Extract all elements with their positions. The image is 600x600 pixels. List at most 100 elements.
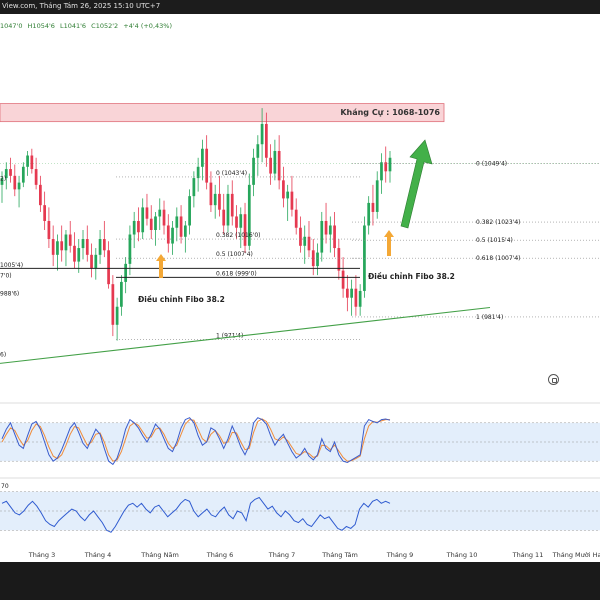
candle-body <box>13 175 17 190</box>
candle-body <box>171 227 174 244</box>
candle-body <box>64 234 68 251</box>
candle-body <box>137 220 140 233</box>
fib-right-label: 1 (981'4) <box>476 314 503 321</box>
candle-body <box>34 169 38 185</box>
left-price-label: 1005'4) <box>0 262 23 269</box>
fib-right-label: 0.618 (1007'4) <box>476 255 521 262</box>
candle-body <box>337 248 341 271</box>
candle-body <box>303 236 307 246</box>
candle-body <box>222 209 226 226</box>
candle-body <box>192 178 196 197</box>
candle-body <box>179 216 183 237</box>
left-price-label: 988'6) <box>0 290 19 297</box>
x-axis-label: Tháng 11 <box>512 551 544 559</box>
trendline <box>0 306 491 364</box>
x-axis-label: Tháng Tám <box>321 551 358 559</box>
candle-body <box>286 191 290 199</box>
candle-body <box>166 225 170 244</box>
candle-body <box>252 157 255 185</box>
candle-body <box>17 182 21 190</box>
candle-body <box>299 227 302 246</box>
fibo-annotation-left: Điều chỉnh Fibo 38.2 <box>138 295 225 304</box>
rsi-level-label: 70 <box>1 483 9 490</box>
candle-body <box>243 214 247 246</box>
lock-icon[interactable] <box>548 374 559 385</box>
candle-body <box>60 241 64 251</box>
candle-body <box>264 123 268 158</box>
candle-body <box>328 225 332 235</box>
candle-body <box>196 166 200 179</box>
candle-body <box>205 148 209 183</box>
candle-body <box>120 281 123 307</box>
candle-body <box>345 288 349 298</box>
x-axis-label: Tháng 7 <box>268 551 296 559</box>
candle-body <box>98 239 102 255</box>
fib-right-label: 0.5 (1015'4) <box>476 237 513 244</box>
orange-arrow-left <box>156 254 166 278</box>
candle-body <box>230 193 234 217</box>
candle-body <box>26 155 29 167</box>
candle-body <box>132 220 136 235</box>
candle-body <box>282 180 285 199</box>
fib-left-label: 0 (1043'4) <box>216 170 247 177</box>
candle-body <box>175 216 179 228</box>
candle-body <box>260 123 264 145</box>
candle-body <box>124 263 128 282</box>
candle-body <box>316 252 319 267</box>
x-axis-label: Tháng 6 <box>206 551 234 559</box>
candle-body <box>294 209 298 228</box>
candle-body <box>269 157 272 174</box>
candle-body <box>51 239 55 255</box>
candle-body <box>9 169 12 176</box>
bottom-toolbar <box>0 562 600 600</box>
candle-body <box>333 225 336 249</box>
candle-body <box>209 182 213 206</box>
candle-body <box>56 241 59 255</box>
candle-body <box>145 207 149 219</box>
candle-body <box>375 180 379 212</box>
candle-body <box>277 151 281 181</box>
candle-body <box>162 209 166 226</box>
candle-body <box>154 216 157 230</box>
orange-arrow-right <box>384 230 394 256</box>
fibo-annotation-right: Điều chỉnh Fibo 38.2 <box>368 272 455 281</box>
candle-body <box>77 248 81 262</box>
candle-body <box>47 220 51 240</box>
candles-group <box>0 108 392 341</box>
candle-body <box>226 193 230 226</box>
candle-body <box>183 225 187 237</box>
candle-body <box>213 193 217 206</box>
candle-body <box>239 214 243 228</box>
x-axis-label: Tháng 10 <box>446 551 478 559</box>
candle-body <box>320 220 324 253</box>
candle-body <box>354 288 358 307</box>
candle-body <box>324 220 328 235</box>
candle-body <box>358 290 362 307</box>
fib-left-label: 0.5 (1007'4) <box>216 251 253 258</box>
candle-body <box>30 155 34 170</box>
candle-body <box>68 234 72 246</box>
x-axis-label: Tháng 9 <box>386 551 414 559</box>
candle-body <box>350 288 353 298</box>
candle-body <box>39 184 42 206</box>
candle-body <box>273 151 277 174</box>
green-target-arrow <box>400 139 433 229</box>
candle-body <box>235 216 238 228</box>
candle-body <box>94 254 98 269</box>
fib-left-label: 0.618 (999'0) <box>216 270 257 277</box>
candle-body <box>188 196 191 226</box>
x-axis-label: Tháng 4 <box>84 551 112 559</box>
x-axis-label: Tháng 3 <box>28 551 56 559</box>
candle-body <box>102 239 106 251</box>
price-chart[interactable]: Kháng Cự : 1068-1076 0 (1043'4) 0.382 (101… <box>0 0 600 600</box>
fib-right-label: 0.382 (1023'4) <box>476 219 521 226</box>
candle-body <box>85 239 89 255</box>
candle-body <box>371 202 375 212</box>
left-price-label: 7'0) <box>0 272 12 279</box>
candle-body <box>111 284 115 325</box>
candle-body <box>158 209 162 217</box>
resistance-label: Kháng Cự : 1068-1076 <box>340 108 440 117</box>
candle-body <box>107 250 110 285</box>
candle-body <box>388 157 392 172</box>
candle-body <box>115 306 119 325</box>
